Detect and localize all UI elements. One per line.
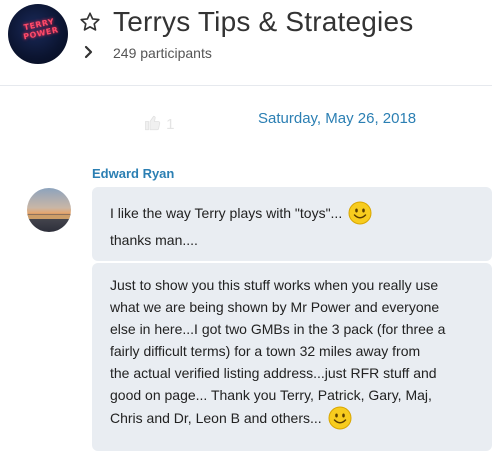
smiley-emoji-icon bbox=[328, 406, 352, 430]
group-avatar[interactable]: TERRY POWER bbox=[8, 4, 68, 64]
message-line: good on page... Thank you Terry, Patrick… bbox=[110, 387, 432, 403]
message-text: Chris and Dr, Leon B and others... bbox=[110, 410, 322, 426]
smiley-emoji-icon bbox=[348, 201, 372, 225]
participants-count[interactable]: 249 participants bbox=[113, 45, 212, 61]
reaction-like[interactable]: 1 bbox=[144, 114, 175, 133]
message-line: Just to show you this stuff works when y… bbox=[110, 277, 439, 293]
message-line: else in here...I got two GMBs in the 3 p… bbox=[110, 321, 446, 337]
reaction-count: 1 bbox=[166, 116, 175, 133]
message-line: I like the way Terry plays with "toys"..… bbox=[110, 201, 372, 225]
avatar-horizon bbox=[27, 215, 71, 219]
date-separator: Saturday, May 26, 2018 bbox=[258, 110, 417, 127]
message-text: I like the way Terry plays with "toys"..… bbox=[110, 205, 343, 221]
message-bubble[interactable]: I like the way Terry plays with "toys"..… bbox=[92, 187, 492, 261]
star-icon[interactable] bbox=[79, 11, 101, 33]
message-line: the actual verified listing address...ju… bbox=[110, 365, 437, 381]
message-line: thanks man.... bbox=[110, 232, 198, 248]
group-title: Terrys Tips & Strategies bbox=[113, 6, 414, 37]
sender-name[interactable]: Edward Ryan bbox=[92, 166, 174, 181]
group-avatar-logo: TERRY POWER bbox=[22, 16, 60, 42]
sender-avatar[interactable] bbox=[27, 188, 71, 232]
chat-header: TERRY POWER Terrys Tips & Strategies 249 … bbox=[0, 0, 492, 86]
header-divider bbox=[0, 85, 492, 86]
message-line: Chris and Dr, Leon B and others... bbox=[110, 406, 352, 430]
message-line: what we are being shown by Mr Power and … bbox=[110, 299, 440, 315]
thumbs-up-icon bbox=[144, 114, 162, 132]
message-bubble[interactable]: Just to show you this stuff works when y… bbox=[92, 263, 492, 451]
message-line: fairly difficult terms) for a town 32 mi… bbox=[110, 343, 421, 359]
chevron-right-icon[interactable] bbox=[82, 45, 96, 59]
